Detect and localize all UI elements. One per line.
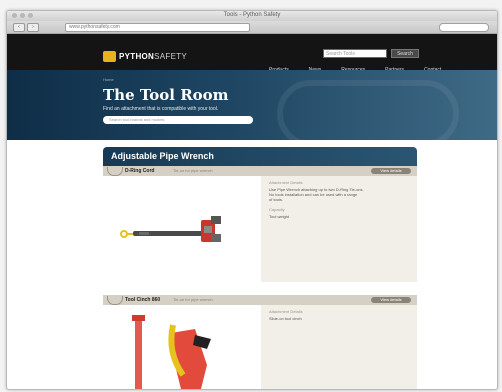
- browser-titlebar: Tools - Python Safety: [7, 11, 497, 21]
- pipe-wrench-icon: [120, 216, 221, 242]
- product-name[interactable]: Tool Cinch 860: [125, 297, 160, 303]
- browser-nav-buttons: ‹ ›: [13, 23, 39, 32]
- logo-sub-text: SAFETY: [154, 52, 188, 61]
- address-bar[interactable]: www.pythonsafety.com: [65, 23, 250, 32]
- product-subtitle: Tie-on for pipe wrench: [173, 297, 213, 302]
- window-title: Tools - Python Safety: [223, 12, 281, 18]
- browser-window: Tools - Python Safety ‹ › www.pythonsafe…: [6, 10, 498, 390]
- view-details-button[interactable]: View details: [371, 297, 411, 303]
- product-subtitle: Tie-on for pipe wrench: [173, 168, 213, 173]
- tool-cinch-icon: [132, 315, 211, 389]
- capacity-label: Capacity: [269, 207, 285, 212]
- product-row: Tool Cinch 860 Tie-on for pipe wrench Vi…: [103, 295, 417, 389]
- details-label: Attachment Details: [269, 180, 303, 185]
- details-label: Attachment Details: [269, 309, 303, 314]
- tool-list: Adjustable Pipe Wrench D-Ring Cord Tie-o…: [103, 147, 417, 389]
- product-image[interactable]: [103, 305, 261, 389]
- page-title: The Tool Room: [103, 86, 229, 104]
- hero-banner: Home The Tool Room Find an attachment th…: [7, 70, 497, 140]
- product-description: Attachment Details Slide-on tool cinch: [269, 309, 409, 321]
- back-button[interactable]: ‹: [13, 23, 25, 32]
- category-header: Adjustable Pipe Wrench: [103, 147, 417, 166]
- forward-button[interactable]: ›: [27, 23, 39, 32]
- browser-search-field[interactable]: [439, 23, 489, 32]
- product-title-bar: D-Ring Cord Tie-on for pipe wrench View …: [103, 166, 417, 176]
- site-logo[interactable]: PYTHONSAFETY: [119, 52, 187, 61]
- tether-hook-icon: [107, 167, 123, 176]
- browser-toolbar: ‹ › www.pythonsafety.com: [7, 21, 497, 34]
- view-details-button[interactable]: View details: [371, 168, 411, 174]
- site-header: PYTHONSAFETY Search Tools Search Product…: [7, 34, 497, 73]
- product-name[interactable]: D-Ring Cord: [125, 168, 154, 174]
- product-title-bar: Tool Cinch 860 Tie-on for pipe wrench Vi…: [103, 295, 417, 305]
- site-search-button[interactable]: Search: [391, 49, 419, 58]
- site-search-input[interactable]: Search Tools: [323, 49, 387, 58]
- product-description: Attachment Details Use Pipe Wrench attac…: [269, 180, 409, 219]
- details-line: Slide-on tool cinch: [269, 316, 302, 321]
- breadcrumb[interactable]: Home: [103, 77, 114, 82]
- page-subtitle: Find an attachment that is compatible wi…: [103, 106, 219, 112]
- category-title: Adjustable Pipe Wrench: [111, 151, 214, 161]
- logo-main-text: PYTHON: [119, 52, 155, 61]
- tool-search-input[interactable]: Search tool brands and models: [103, 116, 253, 124]
- tether-hook-icon: [107, 296, 123, 305]
- product-image[interactable]: [103, 176, 261, 282]
- hero-background-graphic: [277, 80, 459, 140]
- product-row: D-Ring Cord Tie-on for pipe wrench View …: [103, 166, 417, 282]
- python-logo-icon[interactable]: [103, 51, 116, 62]
- capacity-value: Tool weight: [269, 214, 290, 219]
